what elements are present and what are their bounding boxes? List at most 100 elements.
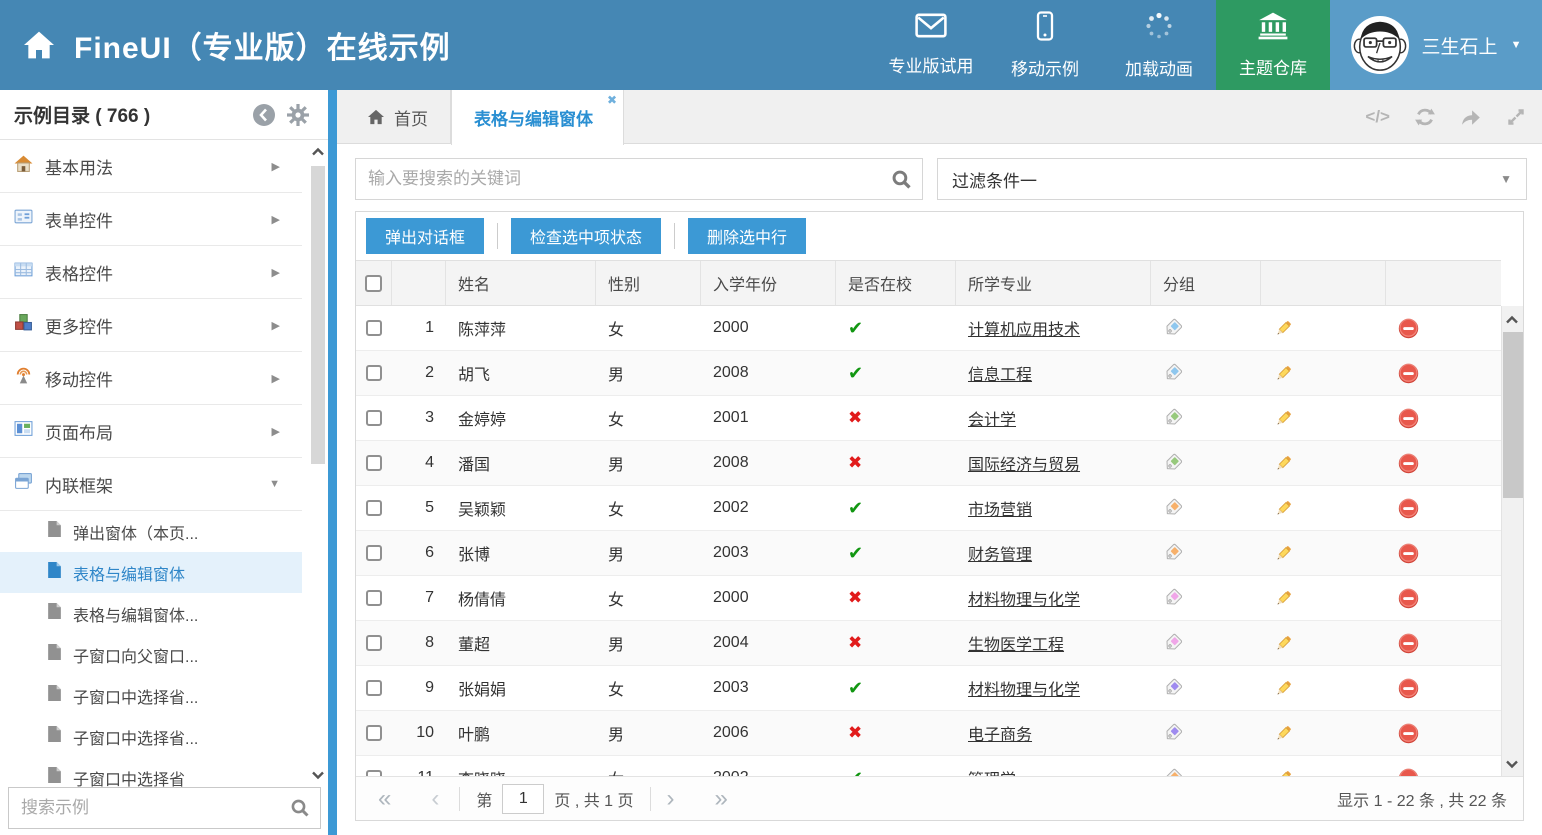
chevron-right-icon: ▶ — [272, 425, 280, 438]
delete-icon[interactable] — [1398, 723, 1419, 744]
select-all-checkbox[interactable] — [365, 275, 382, 292]
last-page-icon[interactable]: » — [715, 786, 728, 812]
row-major-link[interactable]: 材料物理与化学 — [968, 676, 1080, 700]
sidebar-search-input[interactable] — [9, 798, 290, 818]
filter-dropdown[interactable]: 过滤条件一 ▼ — [937, 158, 1527, 200]
sidebar-sub-item[interactable]: 子窗口中选择省... — [0, 675, 302, 716]
row-checkbox[interactable] — [366, 725, 382, 741]
keyword-search-input[interactable] — [356, 169, 891, 189]
row-gender: 女 — [596, 666, 701, 710]
row-checkbox[interactable] — [366, 500, 382, 516]
edit-pencil-icon[interactable] — [1273, 408, 1294, 429]
delete-icon[interactable] — [1398, 498, 1419, 519]
edit-pencil-icon[interactable] — [1273, 453, 1294, 474]
tab-active[interactable]: 表格与编辑窗体 ✖ — [451, 90, 624, 145]
sidebar-menu-item[interactable]: 内联框架 ▼ — [0, 458, 302, 511]
delete-icon[interactable] — [1398, 543, 1419, 564]
delete-icon[interactable] — [1398, 408, 1419, 429]
row-gender: 女 — [596, 306, 701, 350]
sidebar-sub-item[interactable]: 弹出窗体（本页... — [0, 511, 302, 552]
open-dialog-button[interactable]: 弹出对话框 — [366, 218, 484, 254]
sidebar-menu-item[interactable]: 基本用法 ▶ — [0, 140, 302, 193]
edit-pencil-icon[interactable] — [1273, 363, 1294, 384]
scroll-down-icon[interactable] — [1505, 756, 1519, 774]
edit-pencil-icon[interactable] — [1273, 768, 1294, 777]
user-menu[interactable]: 三生石上 ▼ — [1330, 0, 1542, 90]
collapse-sidebar-icon[interactable] — [252, 103, 276, 133]
scroll-down-icon[interactable] — [311, 767, 325, 785]
row-checkbox[interactable] — [366, 590, 382, 606]
row-major-link[interactable]: 生物医学工程 — [968, 631, 1064, 655]
first-page-icon[interactable]: « — [378, 786, 391, 812]
edit-pencil-icon[interactable] — [1273, 633, 1294, 654]
splitter[interactable] — [328, 90, 337, 835]
sidebar-menu-item[interactable]: 移动控件 ▶ — [0, 352, 302, 405]
next-page-icon[interactable]: › — [667, 786, 675, 812]
row-major-link[interactable]: 计算机应用技术 — [968, 316, 1080, 340]
expand-icon[interactable] — [1506, 107, 1526, 127]
nav-theme-store[interactable]: 主题仓库 — [1216, 0, 1330, 90]
search-icon[interactable] — [290, 798, 310, 818]
gear-icon[interactable] — [286, 103, 310, 133]
row-major-link[interactable]: 电子商务 — [968, 721, 1032, 745]
edit-pencil-icon[interactable] — [1273, 678, 1294, 699]
nav-trial[interactable]: 专业版试用 — [874, 0, 988, 90]
row-major-link[interactable]: 会计学 — [968, 406, 1016, 430]
row-name: 陈萍萍 — [446, 306, 596, 350]
edit-pencil-icon[interactable] — [1273, 723, 1294, 744]
scrollbar-thumb[interactable] — [311, 166, 325, 464]
row-checkbox[interactable] — [366, 365, 382, 381]
page-number-input[interactable] — [502, 784, 544, 814]
delete-icon[interactable] — [1398, 588, 1419, 609]
delete-selected-button[interactable]: 删除选中行 — [688, 218, 806, 254]
delete-icon[interactable] — [1398, 363, 1419, 384]
edit-pencil-icon[interactable] — [1273, 498, 1294, 519]
sidebar-menu-item[interactable]: 表格控件 ▶ — [0, 246, 302, 299]
search-icon[interactable] — [891, 169, 912, 190]
scrollbar-thumb[interactable] — [1503, 332, 1523, 498]
row-major-link[interactable]: 国际经济与贸易 — [968, 451, 1080, 475]
nav-loading-demo[interactable]: 加载动画 — [1102, 0, 1216, 90]
row-major-link[interactable]: 财务管理 — [968, 541, 1032, 565]
delete-icon[interactable] — [1398, 633, 1419, 654]
sidebar-sub-item[interactable]: 子窗口向父窗口... — [0, 634, 302, 675]
sidebar-sub-item[interactable]: 表格与编辑窗体 — [0, 552, 302, 593]
scroll-up-icon[interactable] — [1505, 312, 1519, 330]
tab-home[interactable]: 首页 — [345, 90, 451, 144]
row-major-link[interactable]: 市场营销 — [968, 496, 1032, 520]
sidebar-scrollbar[interactable] — [310, 144, 326, 783]
edit-pencil-icon[interactable] — [1273, 318, 1294, 339]
row-checkbox[interactable] — [366, 455, 382, 471]
table-scrollbar[interactable] — [1501, 306, 1523, 778]
nav-mobile-demo[interactable]: 移动示例 — [988, 0, 1102, 90]
sidebar-sub-item[interactable]: 子窗口中选择省 — [0, 757, 302, 787]
sidebar-menu-item[interactable]: 更多控件 ▶ — [0, 299, 302, 352]
prev-page-icon[interactable]: ‹ — [431, 786, 439, 812]
row-checkbox[interactable] — [366, 635, 382, 651]
scroll-up-icon[interactable] — [311, 144, 325, 162]
edit-pencil-icon[interactable] — [1273, 588, 1294, 609]
row-checkbox[interactable] — [366, 320, 382, 336]
row-checkbox[interactable] — [366, 545, 382, 561]
sidebar-search — [8, 787, 321, 829]
row-major-link[interactable]: 管理学 — [968, 766, 1016, 776]
delete-icon[interactable] — [1398, 453, 1419, 474]
row-checkbox[interactable] — [366, 410, 382, 426]
sidebar-sub-item[interactable]: 表格与编辑窗体... — [0, 593, 302, 634]
delete-icon[interactable] — [1398, 678, 1419, 699]
sidebar-sub-item[interactable]: 子窗口中选择省... — [0, 716, 302, 757]
row-checkbox[interactable] — [366, 680, 382, 696]
check-selected-button[interactable]: 检查选中项状态 — [511, 218, 661, 254]
refresh-icon[interactable] — [1414, 106, 1436, 128]
sidebar-menu-item[interactable]: 页面布局 ▶ — [0, 405, 302, 458]
file-icon — [47, 725, 62, 748]
close-icon[interactable]: ✖ — [607, 93, 617, 107]
edit-pencil-icon[interactable] — [1273, 543, 1294, 564]
view-code-icon[interactable]: </> — [1365, 107, 1390, 127]
delete-icon[interactable] — [1398, 768, 1419, 777]
sidebar-menu-item[interactable]: 表单控件 ▶ — [0, 193, 302, 246]
row-major-link[interactable]: 材料物理与化学 — [968, 586, 1080, 610]
delete-icon[interactable] — [1398, 318, 1419, 339]
share-icon[interactable] — [1460, 107, 1482, 127]
row-major-link[interactable]: 信息工程 — [968, 361, 1032, 385]
